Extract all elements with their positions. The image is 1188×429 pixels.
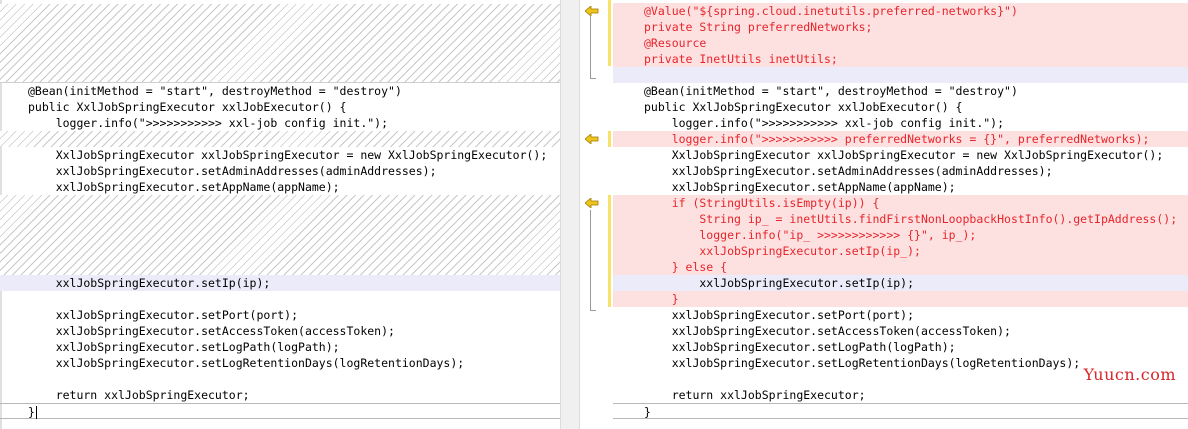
pane-splitter[interactable]: [560, 0, 580, 429]
code-line[interactable]: @Bean(initMethod = "start", destroyMetho…: [613, 83, 1188, 99]
diff-compare-window: @Bean(initMethod = "start", destroyMetho…: [0, 0, 1188, 429]
code-line[interactable]: xxlJobSpringExecutor.setLogPath(logPath)…: [613, 339, 1188, 355]
code-line-modified[interactable]: xxlJobSpringExecutor.setIp(ip);: [0, 275, 560, 291]
change-bracket: [590, 210, 591, 310]
code-line[interactable]: [0, 371, 560, 387]
merge-gutter: [580, 0, 613, 429]
code-line[interactable]: xxlJobSpringExecutor.setAppName(appName)…: [613, 179, 1188, 195]
code-line[interactable]: xxlJobSpringExecutor.setAdminAddresses(a…: [0, 163, 560, 179]
code-line[interactable]: logger.info(">>>>>>>>>>> xxl-job config …: [0, 115, 560, 131]
left-placeholder-block: [0, 4, 560, 82]
change-marker-bar: [608, 131, 611, 147]
code-line-added[interactable]: } else {: [613, 259, 1188, 275]
code-line[interactable]: XxlJobSpringExecutor xxlJobSpringExecuto…: [613, 147, 1188, 163]
code-line-modified[interactable]: [613, 67, 1188, 83]
code-line[interactable]: xxlJobSpringExecutor.setLogPath(logPath)…: [0, 339, 560, 355]
change-bracket: [590, 16, 591, 78]
code-line[interactable]: public XxlJobSpringExecutor xxlJobExecut…: [613, 99, 1188, 115]
code-line[interactable]: xxlJobSpringExecutor.setLogRetentionDays…: [0, 355, 560, 371]
code-line-added[interactable]: String ip_ = inetUtils.findFirstNonLoopb…: [613, 211, 1188, 227]
watermark: Yuucn.com: [1083, 365, 1176, 384]
text-cursor: [35, 406, 37, 419]
code-line[interactable]: }: [28, 405, 35, 419]
code-line-added[interactable]: private String preferredNetworks;: [613, 19, 1188, 35]
code-line-added[interactable]: }: [613, 291, 1188, 307]
arrow-left-icon[interactable]: [585, 198, 599, 208]
code-line[interactable]: public XxlJobSpringExecutor xxlJobExecut…: [0, 99, 560, 115]
code-line[interactable]: xxlJobSpringExecutor.setPort(port);: [613, 307, 1188, 323]
change-bracket-tick: [590, 78, 596, 79]
change-marker-bar: [608, 0, 611, 66]
arrow-left-icon[interactable]: [585, 6, 599, 16]
change-marker-bar: [608, 195, 611, 307]
code-line[interactable]: [0, 291, 560, 307]
code-line-added[interactable]: @Value("${spring.cloud.inetutils.preferr…: [613, 3, 1188, 19]
code-line[interactable]: @Bean(initMethod = "start", destroyMetho…: [0, 83, 560, 99]
right-code-pane[interactable]: @Value("${spring.cloud.inetutils.preferr…: [613, 0, 1188, 429]
code-line[interactable]: xxlJobSpringExecutor.setAdminAddresses(a…: [613, 163, 1188, 179]
code-line-added[interactable]: @Resource: [613, 35, 1188, 51]
code-line-added[interactable]: logger.info(">>>>>>>>>>> preferredNetwor…: [613, 131, 1188, 147]
code-line-modified[interactable]: xxlJobSpringExecutor.setIp(ip);: [613, 275, 1188, 291]
arrow-left-icon[interactable]: [585, 134, 599, 144]
code-line[interactable]: return xxlJobSpringExecutor;: [613, 387, 1188, 403]
code-line[interactable]: xxlJobSpringExecutor.setPort(port);: [0, 307, 560, 323]
left-code-pane[interactable]: @Bean(initMethod = "start", destroyMetho…: [0, 0, 560, 429]
current-line[interactable]: }: [0, 403, 560, 419]
code-line[interactable]: XxlJobSpringExecutor xxlJobSpringExecuto…: [0, 147, 560, 163]
code-line[interactable]: xxlJobSpringExecutor.setAccessToken(acce…: [0, 323, 560, 339]
code-line[interactable]: xxlJobSpringExecutor.setAccessToken(acce…: [613, 323, 1188, 339]
change-bracket-tick: [590, 310, 596, 311]
code-line[interactable]: logger.info(">>>>>>>>>>> xxl-job config …: [613, 115, 1188, 131]
code-line-added[interactable]: logger.info("ip_ >>>>>>>>>>>> {}", ip_);: [613, 227, 1188, 243]
code-line[interactable]: }: [613, 403, 1188, 419]
code-line-added[interactable]: private InetUtils inetUtils;: [613, 51, 1188, 67]
code-line-added[interactable]: if (StringUtils.isEmpty(ip)) {: [613, 195, 1188, 211]
code-line[interactable]: return xxlJobSpringExecutor;: [0, 387, 560, 403]
left-placeholder-block: [0, 195, 560, 275]
code-line[interactable]: xxlJobSpringExecutor.setAppName(appName)…: [0, 179, 560, 195]
code-line-added[interactable]: xxlJobSpringExecutor.setIp(ip_);: [613, 243, 1188, 259]
left-placeholder-line: [0, 131, 560, 147]
